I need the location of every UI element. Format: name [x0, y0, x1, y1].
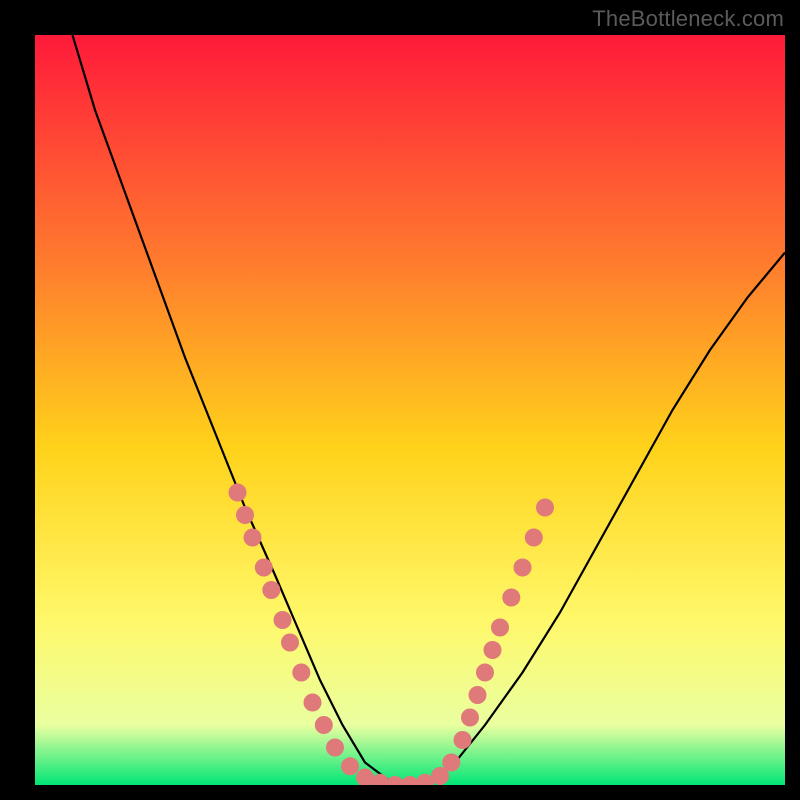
curve-marker	[281, 634, 299, 652]
curve-marker	[274, 611, 292, 629]
curve-marker	[454, 731, 472, 749]
curve-marker	[525, 529, 543, 547]
curve-marker	[244, 529, 262, 547]
curve-marker	[262, 581, 280, 599]
curve-marker	[491, 619, 509, 637]
curve-marker	[461, 709, 479, 727]
curve-marker	[229, 484, 247, 502]
curve-marker	[292, 664, 310, 682]
chart-frame: TheBottleneck.com	[0, 0, 800, 800]
curve-marker	[442, 754, 460, 772]
curve-marker	[536, 499, 554, 517]
curve-marker	[255, 559, 273, 577]
watermark-text: TheBottleneck.com	[592, 6, 784, 32]
curve-marker	[469, 686, 487, 704]
curve-marker	[502, 589, 520, 607]
chart-svg	[35, 35, 785, 785]
curve-marker	[341, 757, 359, 775]
curve-marker	[514, 559, 532, 577]
curve-marker	[236, 506, 254, 524]
curve-marker	[476, 664, 494, 682]
curve-marker	[326, 739, 344, 757]
curve-marker	[304, 694, 322, 712]
curve-marker	[315, 716, 333, 734]
plot-area	[35, 35, 785, 785]
curve-marker	[484, 641, 502, 659]
